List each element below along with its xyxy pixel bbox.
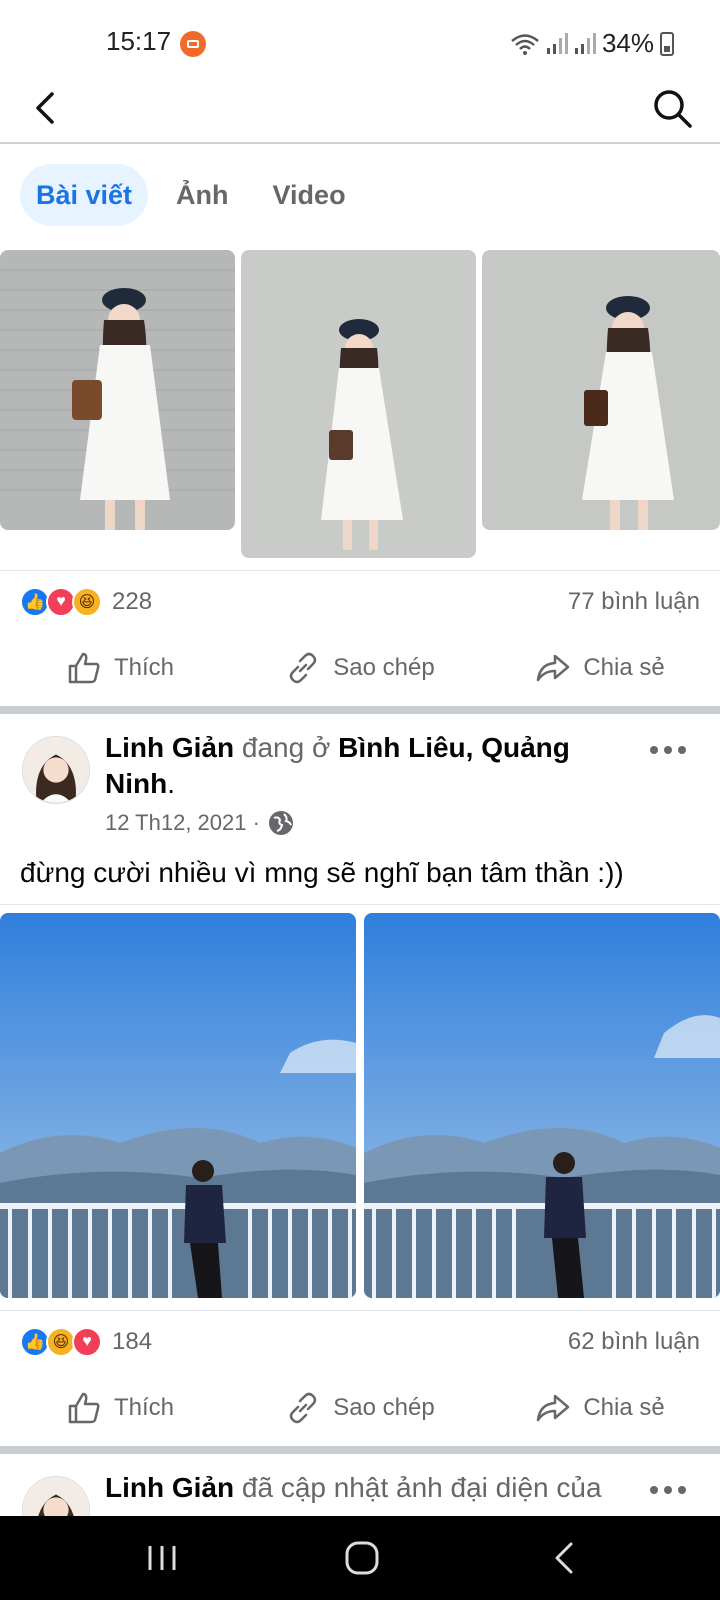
- back-icon[interactable]: [26, 88, 66, 128]
- home-icon[interactable]: [342, 1538, 382, 1578]
- like-icon: [68, 1392, 100, 1424]
- comment-count[interactable]: 62 bình luận: [568, 1328, 700, 1356]
- post-text: đừng cười nhiều vì mng sẽ nghĩ bạn tâm t…: [20, 857, 624, 888]
- copy-link-button[interactable]: Sao chép: [240, 632, 480, 704]
- post2-reactions[interactable]: 👍 😆 ♥ 184 62 bình luận: [20, 1320, 700, 1364]
- divider: [0, 904, 720, 905]
- signal-icon-1: [546, 32, 568, 54]
- nav-back-icon[interactable]: [545, 1538, 585, 1578]
- like-button[interactable]: Thích: [0, 632, 240, 704]
- battery-percent: 34%: [601, 28, 654, 58]
- post-separator: [0, 1446, 720, 1454]
- post-separator: [0, 706, 720, 714]
- copy-label: Sao chép: [333, 1394, 435, 1421]
- like-label: Thích: [113, 1394, 175, 1421]
- post-date[interactable]: 12 Th12, 2021 ·: [105, 810, 260, 836]
- divider: [0, 570, 720, 571]
- comment-count[interactable]: 77 bình luận: [568, 588, 700, 616]
- reaction-count: 228: [112, 588, 153, 615]
- more-icon[interactable]: [650, 1480, 690, 1500]
- share-button[interactable]: Chia sẻ: [480, 632, 720, 704]
- post1-reactions[interactable]: 👍 ♥ 😆 228 77 bình luận: [20, 580, 700, 624]
- tab-videos[interactable]: Video: [257, 164, 362, 226]
- avatar[interactable]: [22, 736, 90, 804]
- author-name[interactable]: Linh Giản: [105, 732, 234, 763]
- update-verb: đã cập nhật ảnh đại diện của: [241, 1472, 602, 1503]
- post2-header: Linh Giản đang ở Bình Liêu, Quảng Ninh.: [105, 730, 645, 802]
- status-icons: 34%: [510, 28, 674, 59]
- post1-photo-3[interactable]: [482, 250, 720, 530]
- wifi-icon: [511, 33, 539, 55]
- post1-photo-2[interactable]: [241, 250, 476, 558]
- more-icon[interactable]: [650, 740, 690, 760]
- copy-label: Sao chép: [333, 654, 435, 681]
- post2-photo-2[interactable]: [364, 913, 720, 1298]
- post2-meta: 12 Th12, 2021 ·: [105, 810, 294, 836]
- link-icon: [290, 1392, 317, 1424]
- share-button[interactable]: Chia sẻ: [480, 1372, 720, 1444]
- recent-apps-icon[interactable]: [142, 1538, 182, 1578]
- battery-icon: [660, 31, 674, 56]
- post1-photos: [0, 250, 720, 558]
- post3-header: Linh Giản đã cập nhật ảnh đại diện của: [105, 1470, 645, 1506]
- reaction-icons: 👍 😆 ♥: [20, 1327, 102, 1357]
- link-icon: [290, 652, 317, 684]
- period: .: [167, 768, 175, 799]
- status-bar: 15:17 34%: [0, 0, 720, 72]
- share-label: Chia sẻ: [583, 1394, 665, 1421]
- signal-icon-2: [574, 32, 596, 54]
- copy-link-button[interactable]: Sao chép: [240, 1372, 480, 1444]
- like-icon: [68, 652, 100, 684]
- globe-icon: [268, 811, 293, 835]
- screen-record-icon: [180, 31, 206, 57]
- post2-photo-1[interactable]: [0, 913, 356, 1298]
- content-tabs: Bài viết Ảnh Video: [20, 164, 362, 226]
- haha-reaction-icon: 😆: [72, 587, 102, 617]
- divider: [0, 1310, 720, 1311]
- app-bar: [0, 72, 720, 144]
- like-button[interactable]: Thích: [0, 1372, 240, 1444]
- share-label: Chia sẻ: [583, 654, 665, 681]
- love-reaction-icon: ♥: [72, 1327, 102, 1357]
- status-time: 15:17: [106, 26, 172, 56]
- search-icon[interactable]: [650, 86, 694, 130]
- post2-actions: Thích Sao chép Chia sẻ: [0, 1372, 720, 1444]
- reaction-icons: 👍 ♥ 😆: [20, 587, 102, 617]
- tab-posts[interactable]: Bài viết: [20, 164, 149, 226]
- reaction-count: 184: [112, 1328, 153, 1355]
- post1-photo-1[interactable]: [0, 250, 235, 530]
- like-label: Thích: [113, 654, 175, 681]
- post1-actions: Thích Sao chép Chia sẻ: [0, 632, 720, 704]
- app-screen: 15:17 34% Bài viết Ảnh Video 👍 ♥ 😆 228 7…: [0, 0, 720, 1600]
- share-icon: [537, 1394, 570, 1422]
- share-icon: [537, 654, 570, 682]
- system-nav-bar: [0, 1516, 720, 1600]
- checkin-verb: đang ở: [241, 732, 331, 763]
- author-name[interactable]: Linh Giản: [105, 1472, 234, 1503]
- tab-photos[interactable]: Ảnh: [160, 164, 244, 226]
